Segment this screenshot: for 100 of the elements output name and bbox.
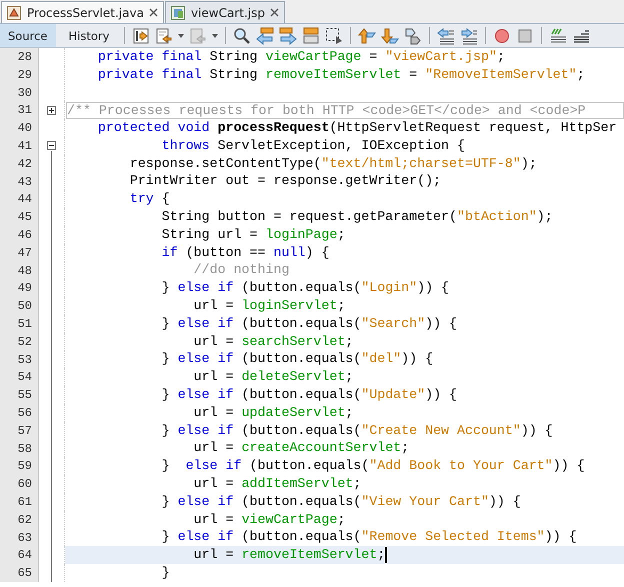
code-text: } <box>160 386 171 404</box>
code-text: ServletException, IOException { <box>216 136 465 155</box>
document-arrow-icon[interactable] <box>155 26 174 44</box>
code-text: url = <box>192 332 235 351</box>
left-arrow-icon[interactable] <box>256 26 274 44</box>
dropdown-caret-icon[interactable] <box>178 34 184 38</box>
string-literal: "viewCart.jsp" <box>385 48 497 66</box>
bookmark-icon[interactable] <box>404 26 422 44</box>
file-tab[interactable]: viewCart.jsp <box>164 1 285 23</box>
code-text: ; <box>345 368 354 386</box>
up-arrow-icon[interactable] <box>358 26 376 44</box>
string-literal: "btAction" <box>457 208 537 226</box>
code-text: (button.equals( <box>240 386 362 404</box>
line-number: 31 <box>0 101 39 120</box>
selection-icon[interactable] <box>325 26 344 44</box>
keyword: else if <box>178 528 234 546</box>
record-icon[interactable] <box>493 26 512 44</box>
source-button[interactable]: Source <box>0 24 56 47</box>
shift-left-icon[interactable] <box>437 26 456 44</box>
string-literal: "Search" <box>361 314 426 333</box>
keyword: else if <box>178 386 234 404</box>
close-icon[interactable] <box>270 8 279 17</box>
code-text: (button.equals( <box>240 314 362 333</box>
code-text: (button.equals( <box>240 279 362 298</box>
line-number: 29 <box>0 66 39 84</box>
code-text: ; <box>377 546 386 564</box>
field-name: updateServlet <box>242 404 346 422</box>
line-number: 65 <box>0 564 39 582</box>
field-name: deleteServlet <box>242 368 346 386</box>
code-text: url = <box>192 368 235 386</box>
right-arrow-icon[interactable] <box>279 26 298 44</box>
line-number: 40 <box>0 119 39 137</box>
code-text: url = <box>192 297 235 316</box>
field-name: searchServlet <box>242 332 346 351</box>
code-text: String <box>208 66 259 84</box>
code-text: (button.equals( <box>248 457 370 476</box>
code-text: )) { <box>401 350 434 368</box>
history-button[interactable]: History <box>60 24 118 47</box>
keyword: try <box>128 190 154 208</box>
stop-icon[interactable] <box>516 26 534 44</box>
keyword: protected void <box>96 119 211 138</box>
code-text: ); <box>536 208 553 226</box>
code-comment: //do nothing <box>192 261 290 280</box>
code-text: (HttpServletRequest request, HttpSer <box>329 119 617 138</box>
string-literal: "Login" <box>361 279 418 298</box>
code-text: } <box>160 457 171 476</box>
code-text: url = <box>192 404 235 422</box>
string-literal: "Create New Account" <box>361 422 521 440</box>
code-text: )) { <box>544 528 577 546</box>
code-text: ; <box>337 297 346 316</box>
down-arrow-icon[interactable] <box>381 26 400 44</box>
code-text: (button.equals( <box>240 492 362 511</box>
code-text: ; <box>345 404 354 422</box>
keyword: private final <box>96 66 202 84</box>
code-text: )) { <box>425 314 458 333</box>
code-text: ; <box>353 475 362 494</box>
line-number: 55 <box>0 386 39 404</box>
keyword: else if <box>178 314 234 333</box>
folded-comment: /** Processes requests for both HTTP <code>GET</code> and <code>P <box>66 102 624 119</box>
line-number: 48 <box>0 262 39 280</box>
code-text: String <box>208 48 259 66</box>
line-number: 43 <box>0 172 39 190</box>
dropdown-caret-icon[interactable] <box>212 34 218 38</box>
string-literal: "Update" <box>361 386 426 404</box>
field-name: loginServlet <box>242 297 338 316</box>
line-number: 47 <box>0 244 39 262</box>
field-name: viewCartPage <box>266 48 362 66</box>
code-text: String button = request.getParameter( <box>160 208 457 226</box>
file-tab[interactable]: ProcessServlet.java <box>1 1 164 23</box>
code-text: )) { <box>488 492 521 511</box>
code-text: (button.equals( <box>240 422 362 440</box>
field-name: createAccountServlet <box>242 439 402 458</box>
highlight-icon[interactable] <box>302 26 320 44</box>
code-text: )) { <box>417 279 450 298</box>
code-text: (button == <box>184 244 266 262</box>
string-literal: "View Your Cart" <box>361 492 489 511</box>
comment-lines-icon[interactable] <box>549 26 568 44</box>
shift-right-icon[interactable] <box>460 26 478 44</box>
line-number: 57 <box>0 422 39 440</box>
keyword: throws <box>160 136 210 155</box>
code-text: (button.equals( <box>240 528 362 546</box>
code-text: )) { <box>425 386 458 404</box>
code-text: } <box>160 314 171 333</box>
keyword: null <box>273 244 306 262</box>
line-number: 50 <box>0 297 39 315</box>
search-icon[interactable] <box>233 26 252 44</box>
code-text: ; <box>576 66 585 84</box>
code-text: response.setContentType( <box>128 154 322 173</box>
collapse-icon[interactable] <box>47 141 56 150</box>
field-name: removeItemServlet <box>266 66 402 84</box>
expand-icon[interactable] <box>47 106 56 115</box>
code-text: )) { <box>552 457 585 476</box>
line-number: 58 <box>0 440 39 458</box>
close-icon[interactable] <box>148 8 158 17</box>
field-name: viewCartPage <box>242 510 338 529</box>
code-text: } <box>160 422 171 440</box>
code-text: url = <box>192 546 235 564</box>
line-number: 59 <box>0 457 39 476</box>
code-text: } <box>160 492 171 511</box>
code-text: url = <box>192 510 235 529</box>
